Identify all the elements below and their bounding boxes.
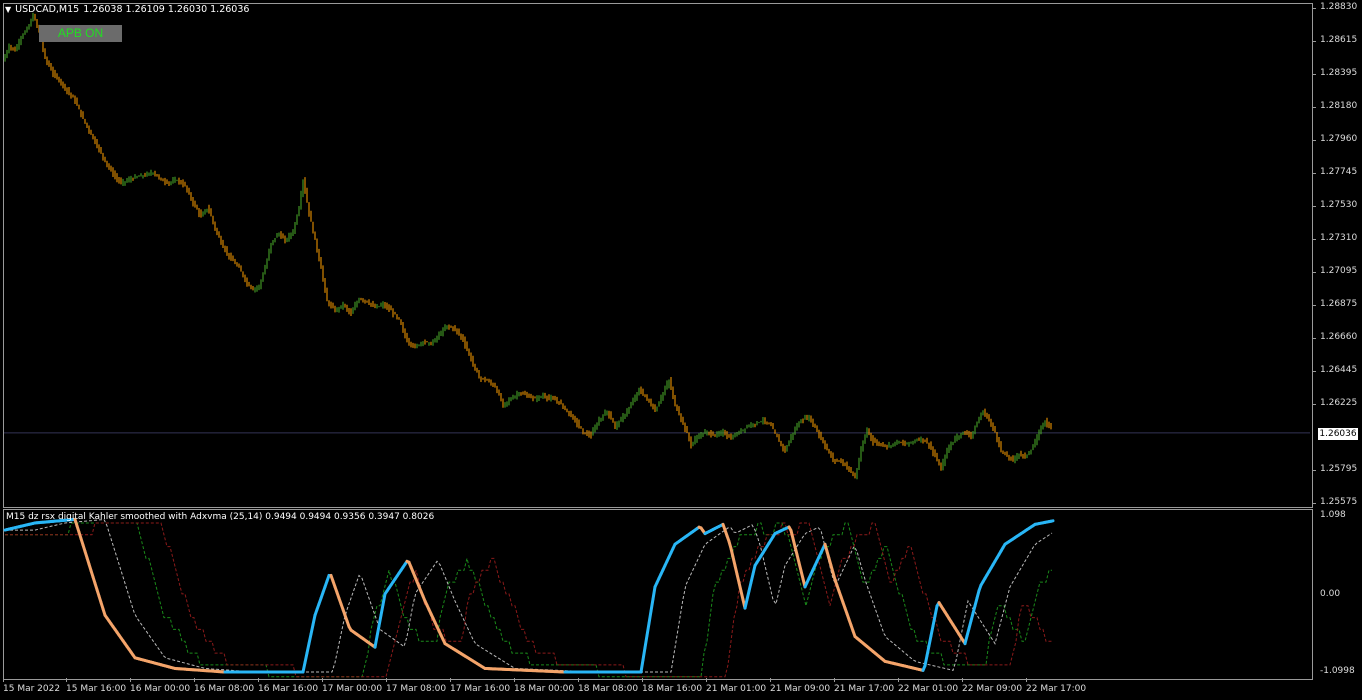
symbol-header[interactable]: ▼ USDCAD,M15 1.26038 1.26109 1.26030 1.2… — [5, 4, 249, 15]
indicator-main-line — [929, 624, 935, 638]
price-tick-label: 1.28830 — [1320, 2, 1358, 12]
current-price-tag: 1.26036 — [1318, 428, 1358, 440]
indicator-main-line — [641, 646, 647, 662]
indicator-main-line — [377, 613, 383, 628]
price-tick-mark — [1312, 239, 1316, 240]
time-tick-label: 18 Mar 08:00 — [578, 684, 639, 694]
price-tick-mark — [1312, 272, 1316, 273]
time-tick-label: 16 Mar 08:00 — [194, 684, 255, 694]
indicator-title: M15 dz rsx digital Kahler smoothed with … — [6, 512, 435, 522]
dropdown-triangle-icon[interactable]: ▼ — [5, 5, 11, 14]
price-tick-label: 1.28395 — [1320, 68, 1358, 78]
time-tick-mark — [514, 678, 515, 682]
price-tick-mark — [1312, 206, 1316, 207]
price-tick-mark — [1312, 305, 1316, 306]
price-tick-label: 1.26445 — [1320, 365, 1358, 375]
indicator-main-line — [639, 658, 645, 674]
time-tick-mark — [66, 678, 67, 682]
indicator-signal-line — [5, 518, 1053, 673]
indicator-main-line — [381, 592, 387, 607]
time-tick-label: 22 Mar 09:00 — [962, 684, 1023, 694]
indicator-main-line — [643, 634, 649, 650]
price-tick-mark — [1312, 8, 1316, 9]
indicator-tick-label: 0.00 — [1320, 589, 1341, 599]
price-tick-mark — [1312, 41, 1316, 42]
price-tick-label: 1.27745 — [1320, 167, 1358, 177]
time-tick-mark — [386, 678, 387, 682]
time-tick-label: 21 Mar 09:00 — [770, 684, 831, 694]
time-tick-label: 16 Mar 16:00 — [258, 684, 319, 694]
time-tick-mark — [322, 678, 323, 682]
price-tick-mark — [1312, 470, 1316, 471]
time-tick-mark — [642, 678, 643, 682]
price-tick-label: 1.27310 — [1320, 233, 1358, 243]
indicator-tick-label: 1.098 — [1320, 510, 1346, 520]
time-tick-mark — [578, 678, 579, 682]
indicator-tick-label: -1.0998 — [1320, 666, 1355, 676]
price-tick-label: 1.28615 — [1320, 35, 1358, 45]
price-tick-label: 1.27960 — [1320, 134, 1358, 144]
indicator-main-line — [925, 644, 931, 658]
time-tick-mark — [258, 678, 259, 682]
price-tick-mark — [1312, 503, 1316, 504]
price-tick-mark — [1312, 404, 1316, 405]
price-tick-label: 1.26875 — [1320, 299, 1358, 309]
time-tick-label: 21 Mar 01:00 — [706, 684, 767, 694]
time-tick-mark — [3, 678, 4, 682]
price-tick-label: 1.26660 — [1320, 332, 1358, 342]
price-tick-mark — [1312, 74, 1316, 75]
price-chart-canvas — [3, 12, 1310, 678]
indicator-main-line — [931, 614, 937, 628]
time-tick-label: 18 Mar 16:00 — [642, 684, 703, 694]
time-tick-label: 15 Mar 2022 — [3, 684, 61, 694]
time-tick-mark — [706, 678, 707, 682]
price-tick-label: 1.27530 — [1320, 200, 1358, 210]
time-tick-mark — [450, 678, 451, 682]
indicator-main-line — [373, 635, 379, 649]
indicator-main-line — [647, 609, 653, 625]
indicator-main-line — [375, 624, 381, 639]
indicator-main-line — [933, 604, 939, 618]
time-tick-label: 17 Mar 16:00 — [450, 684, 511, 694]
price-tick-label: 1.25575 — [1320, 497, 1358, 507]
indicator-main-line — [923, 654, 929, 668]
time-tick-mark — [898, 678, 899, 682]
time-tick-mark — [770, 678, 771, 682]
price-tick-label: 1.28180 — [1320, 101, 1358, 111]
price-tick-label: 1.26225 — [1320, 398, 1358, 408]
time-tick-label: 16 Mar 00:00 — [130, 684, 191, 694]
time-tick-label: 22 Mar 17:00 — [1026, 684, 1087, 694]
price-tick-mark — [1312, 140, 1316, 141]
price-tick-mark — [1312, 371, 1316, 372]
price-tick-label: 1.27095 — [1320, 266, 1358, 276]
indicator-main-line — [927, 634, 933, 648]
price-tick-label: 1.25795 — [1320, 464, 1358, 474]
price-tick-mark — [1312, 338, 1316, 339]
indicator-main-line — [379, 603, 385, 617]
indicator-main-line — [645, 621, 651, 638]
time-tick-mark — [130, 678, 131, 682]
time-tick-label: 22 Mar 01:00 — [898, 684, 959, 694]
time-tick-label: 15 Mar 16:00 — [66, 684, 127, 694]
symbol-label: USDCAD,M15 — [15, 4, 80, 15]
apb-status-badge[interactable]: APB ON — [39, 25, 122, 42]
time-tick-mark — [834, 678, 835, 682]
price-tick-mark — [1312, 107, 1316, 108]
indicator-main-line — [651, 585, 657, 601]
time-tick-mark — [194, 678, 195, 682]
indicator-main-line — [649, 597, 655, 613]
time-tick-mark — [962, 678, 963, 682]
time-tick-label: 17 Mar 00:00 — [322, 684, 383, 694]
time-tick-label: 17 Mar 08:00 — [386, 684, 447, 694]
time-tick-mark — [1026, 678, 1027, 682]
price-tick-mark — [1312, 173, 1316, 174]
time-tick-label: 21 Mar 17:00 — [834, 684, 895, 694]
time-tick-label: 18 Mar 00:00 — [514, 684, 575, 694]
ohlc-values: 1.26038 1.26109 1.26030 1.26036 — [83, 4, 250, 15]
